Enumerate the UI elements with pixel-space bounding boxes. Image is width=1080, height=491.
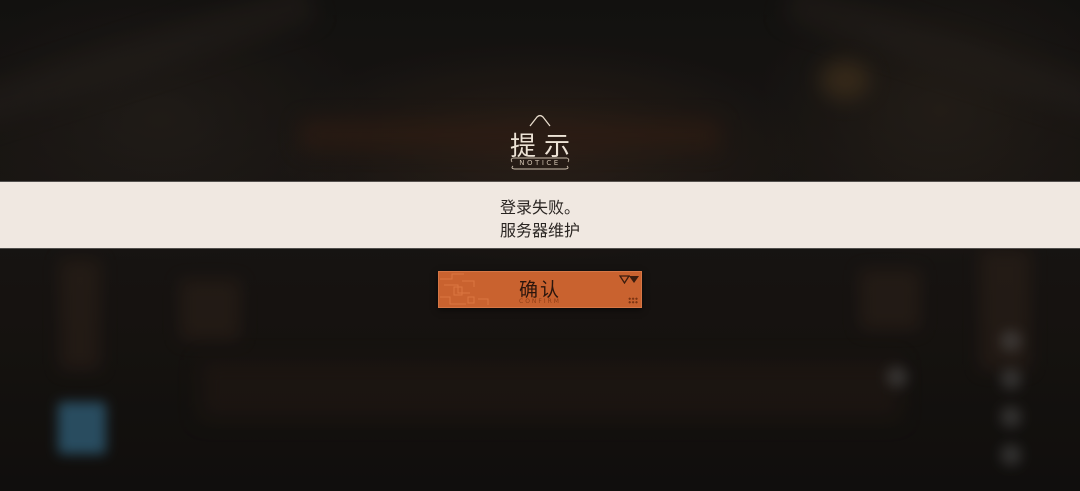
confirm-button-subtitle: CONFIRM xyxy=(519,298,561,305)
message-band: 登录失败。 服务器维护 xyxy=(0,182,1080,248)
dialog-title-subtitle: NOTICE xyxy=(519,159,561,167)
message-line: 服务器维护 xyxy=(499,221,580,240)
message-line: 登录失败。 xyxy=(499,198,580,217)
dialog-title-text: 提示 xyxy=(509,132,578,162)
dialog-title: 提示 NOTICE xyxy=(490,112,590,174)
game-screen: 提示 NOTICE 登录失败。 服务器维护 确认 CONFIRM xyxy=(0,0,1080,491)
confirm-button[interactable]: 确认 CONFIRM xyxy=(438,271,642,308)
